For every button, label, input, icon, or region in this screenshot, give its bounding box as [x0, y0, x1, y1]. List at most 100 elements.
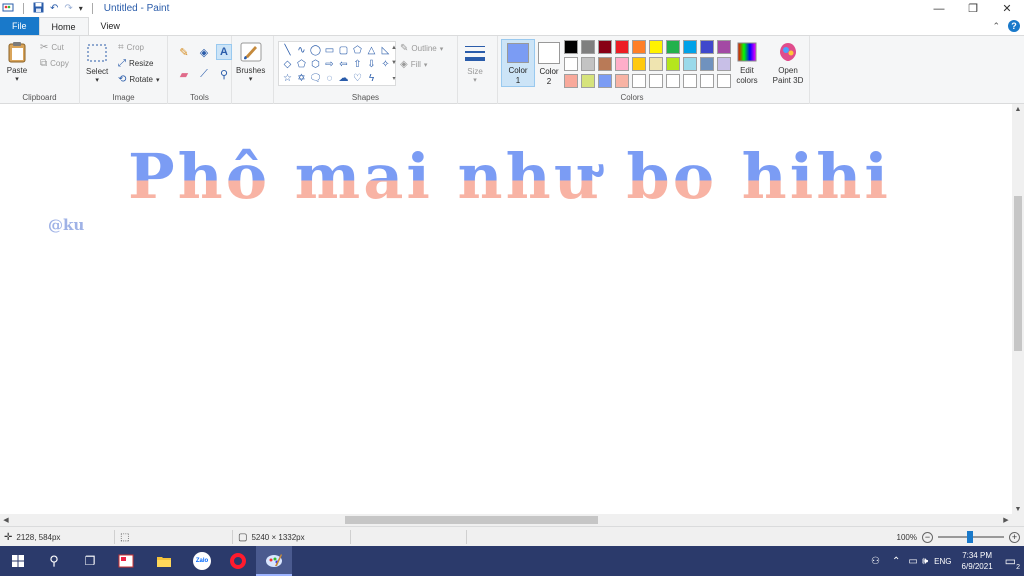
- hexagon-shape-icon[interactable]: ⬡: [309, 57, 322, 71]
- palette-swatch[interactable]: [632, 57, 646, 71]
- customize-dropdown-icon[interactable]: ▾: [79, 4, 83, 13]
- snipping-tool-button[interactable]: [108, 546, 144, 576]
- palette-swatch[interactable]: [615, 40, 629, 54]
- palette-swatch[interactable]: [717, 40, 731, 54]
- zoom-in-button[interactable]: +: [1009, 531, 1020, 543]
- palette-swatch[interactable]: [666, 74, 680, 88]
- scroll-down-icon[interactable]: ▼: [1012, 504, 1024, 514]
- palette-swatch[interactable]: [632, 40, 646, 54]
- palette-swatch[interactable]: [598, 57, 612, 71]
- start-button[interactable]: [0, 546, 36, 576]
- diamond-shape-icon[interactable]: ◇: [281, 57, 294, 71]
- horizontal-scrollbar[interactable]: ◀ ▶: [0, 514, 1012, 526]
- palette-swatch[interactable]: [683, 57, 697, 71]
- cut-button[interactable]: ✂ Cut: [40, 42, 64, 53]
- scroll-up-icon[interactable]: ▲: [391, 45, 397, 51]
- color-picker-icon[interactable]: ⟋: [196, 66, 212, 82]
- palette-swatch[interactable]: [700, 74, 714, 88]
- palette-swatch[interactable]: [615, 74, 629, 88]
- palette-swatch[interactable]: [649, 74, 663, 88]
- redo-icon[interactable]: ↷: [64, 3, 72, 14]
- fill-button[interactable]: ◈ Fill ▾: [400, 59, 427, 70]
- horizontal-scroll-thumb[interactable]: [345, 516, 598, 524]
- zoom-slider-thumb[interactable]: [967, 531, 973, 543]
- magnifier-icon[interactable]: ⚲: [216, 66, 232, 82]
- edit-colors-button[interactable]: Edit colors: [732, 41, 762, 86]
- palette-swatch[interactable]: [564, 40, 578, 54]
- palette-swatch[interactable]: [649, 57, 663, 71]
- scroll-up-icon[interactable]: ▲: [1012, 104, 1024, 114]
- curve-shape-icon[interactable]: ∿: [295, 43, 308, 57]
- palette-swatch[interactable]: [581, 40, 595, 54]
- rotate-button[interactable]: ⟲ Rotate ▾: [118, 74, 159, 85]
- tab-view[interactable]: View: [89, 17, 132, 35]
- file-explorer-button[interactable]: [146, 546, 182, 576]
- triangle-shape-icon[interactable]: △: [365, 43, 378, 57]
- task-view-button[interactable]: ❐: [72, 546, 108, 576]
- rounded-rectangle-shape-icon[interactable]: ▢: [337, 43, 350, 57]
- palette-swatch[interactable]: [632, 74, 646, 88]
- palette-swatch[interactable]: [700, 40, 714, 54]
- copy-button[interactable]: ⧉ Copy: [40, 58, 69, 69]
- callout-oval-shape-icon[interactable]: ◌: [323, 71, 336, 85]
- down-arrow-shape-icon[interactable]: ⇩: [365, 57, 378, 71]
- undo-icon[interactable]: ↶: [50, 3, 58, 14]
- zoom-slider[interactable]: [938, 531, 1004, 543]
- opera-button[interactable]: [220, 546, 256, 576]
- tab-home[interactable]: Home: [38, 17, 89, 35]
- rectangle-shape-icon[interactable]: ▭: [323, 43, 336, 57]
- brushes-button[interactable]: Brushes ▾: [236, 41, 265, 83]
- palette-swatch[interactable]: [615, 57, 629, 71]
- vertical-scroll-thumb[interactable]: [1014, 196, 1022, 351]
- cloud-callout-shape-icon[interactable]: ☁: [337, 71, 350, 85]
- palette-swatch[interactable]: [717, 74, 731, 88]
- scroll-down-icon[interactable]: ▼: [391, 60, 397, 66]
- callout-rect-shape-icon[interactable]: 🗨: [309, 71, 322, 85]
- minimize-button[interactable]: —: [922, 0, 956, 17]
- vertical-scrollbar[interactable]: ▲ ▼: [1012, 104, 1024, 514]
- palette-swatch[interactable]: [683, 40, 697, 54]
- drawing-canvas[interactable]: Phô mai như bo hihi @ku: [0, 104, 1012, 514]
- palette-swatch[interactable]: [649, 40, 663, 54]
- polygon-shape-icon[interactable]: ⬠: [351, 43, 364, 57]
- color2-button[interactable]: Color 2: [532, 39, 566, 87]
- paint-taskbar-button[interactable]: [256, 546, 292, 576]
- lightning-shape-icon[interactable]: ϟ: [365, 71, 378, 85]
- right-arrow-shape-icon[interactable]: ⇨: [323, 57, 336, 71]
- text-tool-icon[interactable]: A: [216, 44, 232, 60]
- scroll-right-icon[interactable]: ▶: [1000, 514, 1012, 526]
- palette-swatch[interactable]: [581, 57, 595, 71]
- palette-swatch[interactable]: [598, 40, 612, 54]
- palette-swatch[interactable]: [564, 74, 578, 88]
- eraser-icon[interactable]: ▰: [176, 66, 192, 82]
- shapes-scroll[interactable]: ▲ ▼ ▾: [390, 41, 398, 86]
- battery-icon[interactable]: ▭: [908, 556, 917, 567]
- shapes-gallery[interactable]: ╲ ∿ ◯ ▭ ▢ ⬠ △ ◺ ◇ ⬠ ⬡ ⇨ ⇦ ⇧ ⇩ ✧ ☆ ✡ 🗨 ◌ …: [278, 41, 396, 86]
- palette-swatch[interactable]: [683, 74, 697, 88]
- collapse-ribbon-icon[interactable]: ⌃: [992, 21, 1000, 32]
- palette-swatch[interactable]: [717, 57, 731, 71]
- paste-button[interactable]: Paste ▾: [6, 41, 28, 83]
- search-button[interactable]: ⚲: [36, 546, 72, 576]
- fill-bucket-icon[interactable]: ◈: [196, 44, 212, 60]
- scroll-left-icon[interactable]: ◀: [0, 514, 12, 526]
- close-button[interactable]: ✕: [990, 0, 1024, 17]
- show-hidden-icons-icon[interactable]: ⌃: [892, 556, 900, 567]
- left-arrow-shape-icon[interactable]: ⇦: [337, 57, 350, 71]
- oval-shape-icon[interactable]: ◯: [309, 43, 322, 57]
- pencil-icon[interactable]: ✎: [176, 44, 192, 60]
- heart-shape-icon[interactable]: ♡: [351, 71, 364, 85]
- clock[interactable]: 7:34 PM 6/9/2021: [962, 550, 993, 572]
- six-point-star-shape-icon[interactable]: ✡: [295, 71, 308, 85]
- help-icon[interactable]: ?: [1008, 20, 1020, 32]
- up-arrow-shape-icon[interactable]: ⇧: [351, 57, 364, 71]
- save-icon[interactable]: [33, 2, 44, 16]
- line-shape-icon[interactable]: ╲: [281, 43, 294, 57]
- expand-gallery-icon[interactable]: ▾: [392, 75, 395, 82]
- palette-swatch[interactable]: [564, 57, 578, 71]
- size-button[interactable]: Size ▾: [464, 42, 486, 84]
- color1-button[interactable]: Color 1: [501, 39, 535, 87]
- palette-swatch[interactable]: [700, 57, 714, 71]
- palette-swatch[interactable]: [581, 74, 595, 88]
- palette-swatch[interactable]: [666, 40, 680, 54]
